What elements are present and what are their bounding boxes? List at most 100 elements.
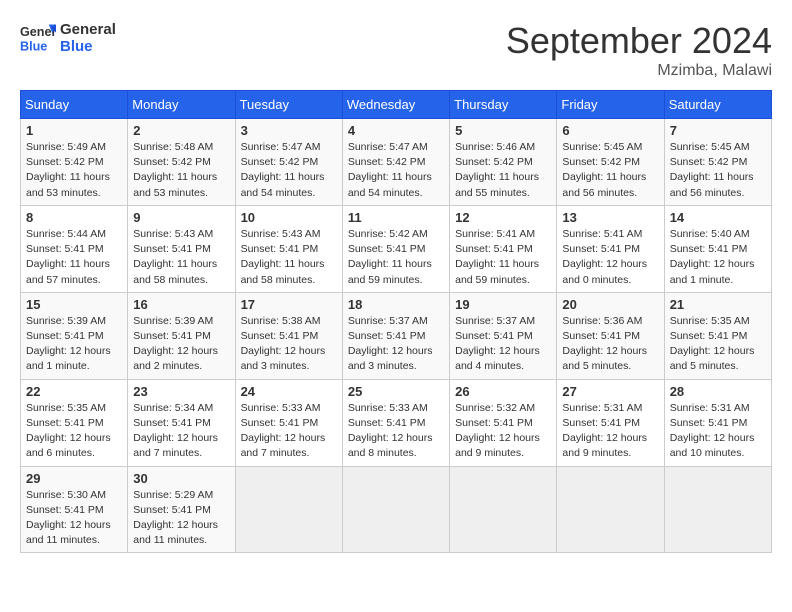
day-number: 9 <box>133 210 229 225</box>
day-info: Sunrise: 5:34 AMSunset: 5:41 PMDaylight:… <box>133 401 229 462</box>
calendar-cell: 27 Sunrise: 5:31 AMSunset: 5:41 PMDayligh… <box>557 379 664 466</box>
calendar-cell: 20 Sunrise: 5:36 AMSunset: 5:41 PMDayligh… <box>557 292 664 379</box>
day-number: 20 <box>562 297 658 312</box>
day-info: Sunrise: 5:41 AMSunset: 5:41 PMDaylight:… <box>562 227 658 288</box>
day-info: Sunrise: 5:35 AMSunset: 5:41 PMDaylight:… <box>670 314 766 375</box>
day-info: Sunrise: 5:43 AMSunset: 5:41 PMDaylight:… <box>133 227 229 288</box>
day-info: Sunrise: 5:41 AMSunset: 5:41 PMDaylight:… <box>455 227 551 288</box>
day-number: 12 <box>455 210 551 225</box>
page-header: General Blue General Blue September 2024… <box>20 20 772 80</box>
calendar-table: SundayMondayTuesdayWednesdayThursdayFrid… <box>20 90 772 553</box>
day-info: Sunrise: 5:31 AMSunset: 5:41 PMDaylight:… <box>670 401 766 462</box>
column-header-thursday: Thursday <box>450 91 557 119</box>
day-info: Sunrise: 5:44 AMSunset: 5:41 PMDaylight:… <box>26 227 122 288</box>
day-number: 13 <box>562 210 658 225</box>
calendar-cell: 11 Sunrise: 5:42 AMSunset: 5:41 PMDayligh… <box>342 205 449 292</box>
logo-general: General <box>60 21 116 38</box>
day-number: 16 <box>133 297 229 312</box>
day-number: 17 <box>241 297 337 312</box>
day-number: 1 <box>26 123 122 138</box>
calendar-cell: 15Sunrise: 5:39 AMSunset: 5:41 PMDayligh… <box>21 292 128 379</box>
day-info: Sunrise: 5:46 AMSunset: 5:42 PMDaylight:… <box>455 140 551 201</box>
calendar-cell: 3 Sunrise: 5:47 AMSunset: 5:42 PMDaylight… <box>235 119 342 206</box>
calendar-cell: 14 Sunrise: 5:40 AMSunset: 5:41 PMDayligh… <box>664 205 771 292</box>
day-number: 2 <box>133 123 229 138</box>
calendar-cell: 8 Sunrise: 5:44 AMSunset: 5:41 PMDaylight… <box>21 205 128 292</box>
calendar-week-1: 1Sunrise: 5:49 AMSunset: 5:42 PMDaylight… <box>21 119 772 206</box>
day-info: Sunrise: 5:36 AMSunset: 5:41 PMDaylight:… <box>562 314 658 375</box>
calendar-cell: 4Sunrise: 5:47 AMSunset: 5:42 PMDaylight… <box>342 119 449 206</box>
calendar-cell: 24Sunrise: 5:33 AMSunset: 5:41 PMDayligh… <box>235 379 342 466</box>
day-info: Sunrise: 5:32 AMSunset: 5:41 PMDaylight:… <box>455 401 551 462</box>
svg-text:Blue: Blue <box>20 40 47 54</box>
day-number: 23 <box>133 384 229 399</box>
day-number: 4 <box>348 123 444 138</box>
day-number: 22 <box>26 384 122 399</box>
calendar-cell: 30 Sunrise: 5:29 AMSunset: 5:41 PMDayligh… <box>128 466 235 553</box>
day-info: Sunrise: 5:45 AMSunset: 5:42 PMDaylight:… <box>562 140 658 201</box>
day-number: 15 <box>26 297 122 312</box>
day-number: 14 <box>670 210 766 225</box>
calendar-cell: 28 Sunrise: 5:31 AMSunset: 5:41 PMDayligh… <box>664 379 771 466</box>
calendar-cell <box>664 466 771 553</box>
day-number: 7 <box>670 123 766 138</box>
column-header-tuesday: Tuesday <box>235 91 342 119</box>
calendar-cell: 12 Sunrise: 5:41 AMSunset: 5:41 PMDayligh… <box>450 205 557 292</box>
title-block: September 2024 Mzimba, Malawi <box>506 20 772 80</box>
column-header-saturday: Saturday <box>664 91 771 119</box>
calendar-cell: 19 Sunrise: 5:37 AMSunset: 5:41 PMDayligh… <box>450 292 557 379</box>
day-info: Sunrise: 5:37 AMSunset: 5:41 PMDaylight:… <box>348 314 444 375</box>
day-info: Sunrise: 5:43 AMSunset: 5:41 PMDaylight:… <box>241 227 337 288</box>
logo-blue: Blue <box>60 38 116 55</box>
day-info: Sunrise: 5:47 AMSunset: 5:42 PMDaylight:… <box>241 140 337 201</box>
day-info: Sunrise: 5:29 AMSunset: 5:41 PMDaylight:… <box>133 488 229 549</box>
logo: General Blue General Blue <box>20 20 116 56</box>
day-info: Sunrise: 5:38 AMSunset: 5:41 PMDaylight:… <box>241 314 337 375</box>
calendar-cell <box>557 466 664 553</box>
day-info: Sunrise: 5:39 AMSunset: 5:41 PMDaylight:… <box>133 314 229 375</box>
day-info: Sunrise: 5:30 AMSunset: 5:41 PMDaylight:… <box>26 488 122 549</box>
day-number: 26 <box>455 384 551 399</box>
day-number: 11 <box>348 210 444 225</box>
calendar-cell: 23 Sunrise: 5:34 AMSunset: 5:41 PMDayligh… <box>128 379 235 466</box>
calendar-cell: 17 Sunrise: 5:38 AMSunset: 5:41 PMDayligh… <box>235 292 342 379</box>
location: Mzimba, Malawi <box>506 62 772 80</box>
column-header-wednesday: Wednesday <box>342 91 449 119</box>
calendar-cell: 25 Sunrise: 5:33 AMSunset: 5:41 PMDayligh… <box>342 379 449 466</box>
calendar-week-3: 15 Sunrise: 5:39 AMSunset: 5:41 PMDayligh… <box>21 292 772 379</box>
calendar-cell: 29Sunrise: 5:30 AMSunset: 5:41 PMDayligh… <box>21 466 128 553</box>
calendar-cell: 16 Sunrise: 5:39 AMSunset: 5:41 PMDayligh… <box>128 292 235 379</box>
day-number: 30 <box>133 471 229 486</box>
calendar-cell: 6Sunrise: 5:45 AMSunset: 5:42 PMDaylight… <box>557 119 664 206</box>
calendar-cell <box>235 466 342 553</box>
calendar-cell: 1Sunrise: 5:49 AMSunset: 5:42 PMDaylight… <box>21 119 128 206</box>
day-number: 3 <box>241 123 337 138</box>
column-header-friday: Friday <box>557 91 664 119</box>
day-number: 21 <box>670 297 766 312</box>
day-number: 8 <box>26 210 122 225</box>
calendar-cell: 22Sunrise: 5:35 AMSunset: 5:41 PMDayligh… <box>21 379 128 466</box>
day-info: Sunrise: 5:33 AMSunset: 5:41 PMDaylight:… <box>348 401 444 462</box>
month-title: September 2024 <box>506 20 772 62</box>
day-info: Sunrise: 5:42 AMSunset: 5:41 PMDaylight:… <box>348 227 444 288</box>
day-info: Sunrise: 5:40 AMSunset: 5:41 PMDaylight:… <box>670 227 766 288</box>
calendar-cell <box>342 466 449 553</box>
logo-icon: General Blue <box>20 20 56 56</box>
calendar-week-2: 8 Sunrise: 5:44 AMSunset: 5:41 PMDaylight… <box>21 205 772 292</box>
day-number: 27 <box>562 384 658 399</box>
day-number: 25 <box>348 384 444 399</box>
day-number: 28 <box>670 384 766 399</box>
day-info: Sunrise: 5:45 AMSunset: 5:42 PMDaylight:… <box>670 140 766 201</box>
day-number: 19 <box>455 297 551 312</box>
day-info: Sunrise: 5:37 AMSunset: 5:41 PMDaylight:… <box>455 314 551 375</box>
calendar-cell: 13 Sunrise: 5:41 AMSunset: 5:41 PMDayligh… <box>557 205 664 292</box>
calendar-cell: 18Sunrise: 5:37 AMSunset: 5:41 PMDayligh… <box>342 292 449 379</box>
calendar-cell: 26 Sunrise: 5:32 AMSunset: 5:41 PMDayligh… <box>450 379 557 466</box>
calendar-cell: 7 Sunrise: 5:45 AMSunset: 5:42 PMDaylight… <box>664 119 771 206</box>
calendar-cell: 2Sunrise: 5:48 AMSunset: 5:42 PMDaylight… <box>128 119 235 206</box>
calendar-cell <box>450 466 557 553</box>
day-info: Sunrise: 5:33 AMSunset: 5:41 PMDaylight:… <box>241 401 337 462</box>
calendar-cell: 21 Sunrise: 5:35 AMSunset: 5:41 PMDayligh… <box>664 292 771 379</box>
calendar-week-5: 29Sunrise: 5:30 AMSunset: 5:41 PMDayligh… <box>21 466 772 553</box>
day-info: Sunrise: 5:31 AMSunset: 5:41 PMDaylight:… <box>562 401 658 462</box>
